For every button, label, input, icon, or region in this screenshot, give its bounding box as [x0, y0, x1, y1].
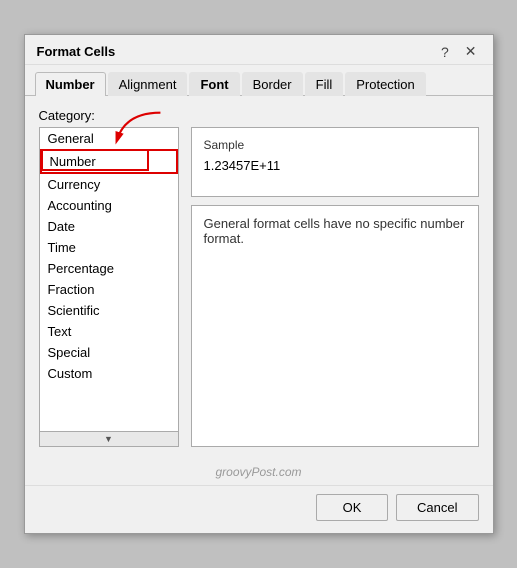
- category-item-percentage[interactable]: Percentage: [40, 258, 178, 279]
- tab-border[interactable]: Border: [242, 72, 303, 96]
- help-button[interactable]: ?: [437, 44, 453, 60]
- tab-number[interactable]: Number: [35, 72, 106, 96]
- category-item-text[interactable]: Text: [40, 321, 178, 342]
- category-item-scientific[interactable]: Scientific: [40, 300, 178, 321]
- watermark: groovyPost.com: [25, 459, 493, 485]
- main-area: General Number Currency Accounting Date …: [39, 127, 479, 447]
- category-label: Category:: [39, 108, 479, 123]
- cancel-button[interactable]: Cancel: [396, 494, 478, 521]
- right-panel: Sample 1.23457E+11 General format cells …: [191, 127, 479, 447]
- dialog-title: Format Cells: [37, 44, 116, 59]
- tab-protection[interactable]: Protection: [345, 72, 426, 96]
- sample-box: Sample 1.23457E+11: [191, 127, 479, 197]
- category-item-custom[interactable]: Custom: [40, 363, 178, 384]
- category-item-date[interactable]: Date: [40, 216, 178, 237]
- category-item-currency[interactable]: Currency: [40, 174, 178, 195]
- sample-label: Sample: [204, 138, 466, 152]
- title-bar: Format Cells ? ✕: [25, 35, 493, 65]
- tab-bar: Number Alignment Font Border Fill Protec…: [25, 65, 493, 96]
- category-item-general[interactable]: General: [40, 128, 178, 149]
- category-list[interactable]: General Number Currency Accounting Date …: [39, 127, 179, 447]
- dialog-content: Category: General Number: [25, 96, 493, 459]
- description-box: General format cells have no specific nu…: [191, 205, 479, 447]
- category-list-container: General Number Currency Accounting Date …: [39, 127, 179, 447]
- tab-alignment[interactable]: Alignment: [108, 72, 188, 96]
- category-item-accounting[interactable]: Accounting: [40, 195, 178, 216]
- scroll-down-arrow[interactable]: ▼: [39, 431, 179, 447]
- dialog-buttons: OK Cancel: [25, 485, 493, 533]
- format-cells-dialog: Format Cells ? ✕ Number Alignment Font B…: [24, 34, 494, 534]
- sample-value: 1.23457E+11: [204, 158, 466, 173]
- category-item-fraction[interactable]: Fraction: [40, 279, 178, 300]
- category-item-special[interactable]: Special: [40, 342, 178, 363]
- ok-button[interactable]: OK: [316, 494, 388, 521]
- close-button[interactable]: ✕: [461, 43, 481, 60]
- category-item-number[interactable]: Number: [40, 149, 178, 174]
- tab-font[interactable]: Font: [189, 72, 239, 96]
- category-item-time[interactable]: Time: [40, 237, 178, 258]
- title-bar-controls: ? ✕: [437, 43, 481, 60]
- tab-fill[interactable]: Fill: [305, 72, 344, 96]
